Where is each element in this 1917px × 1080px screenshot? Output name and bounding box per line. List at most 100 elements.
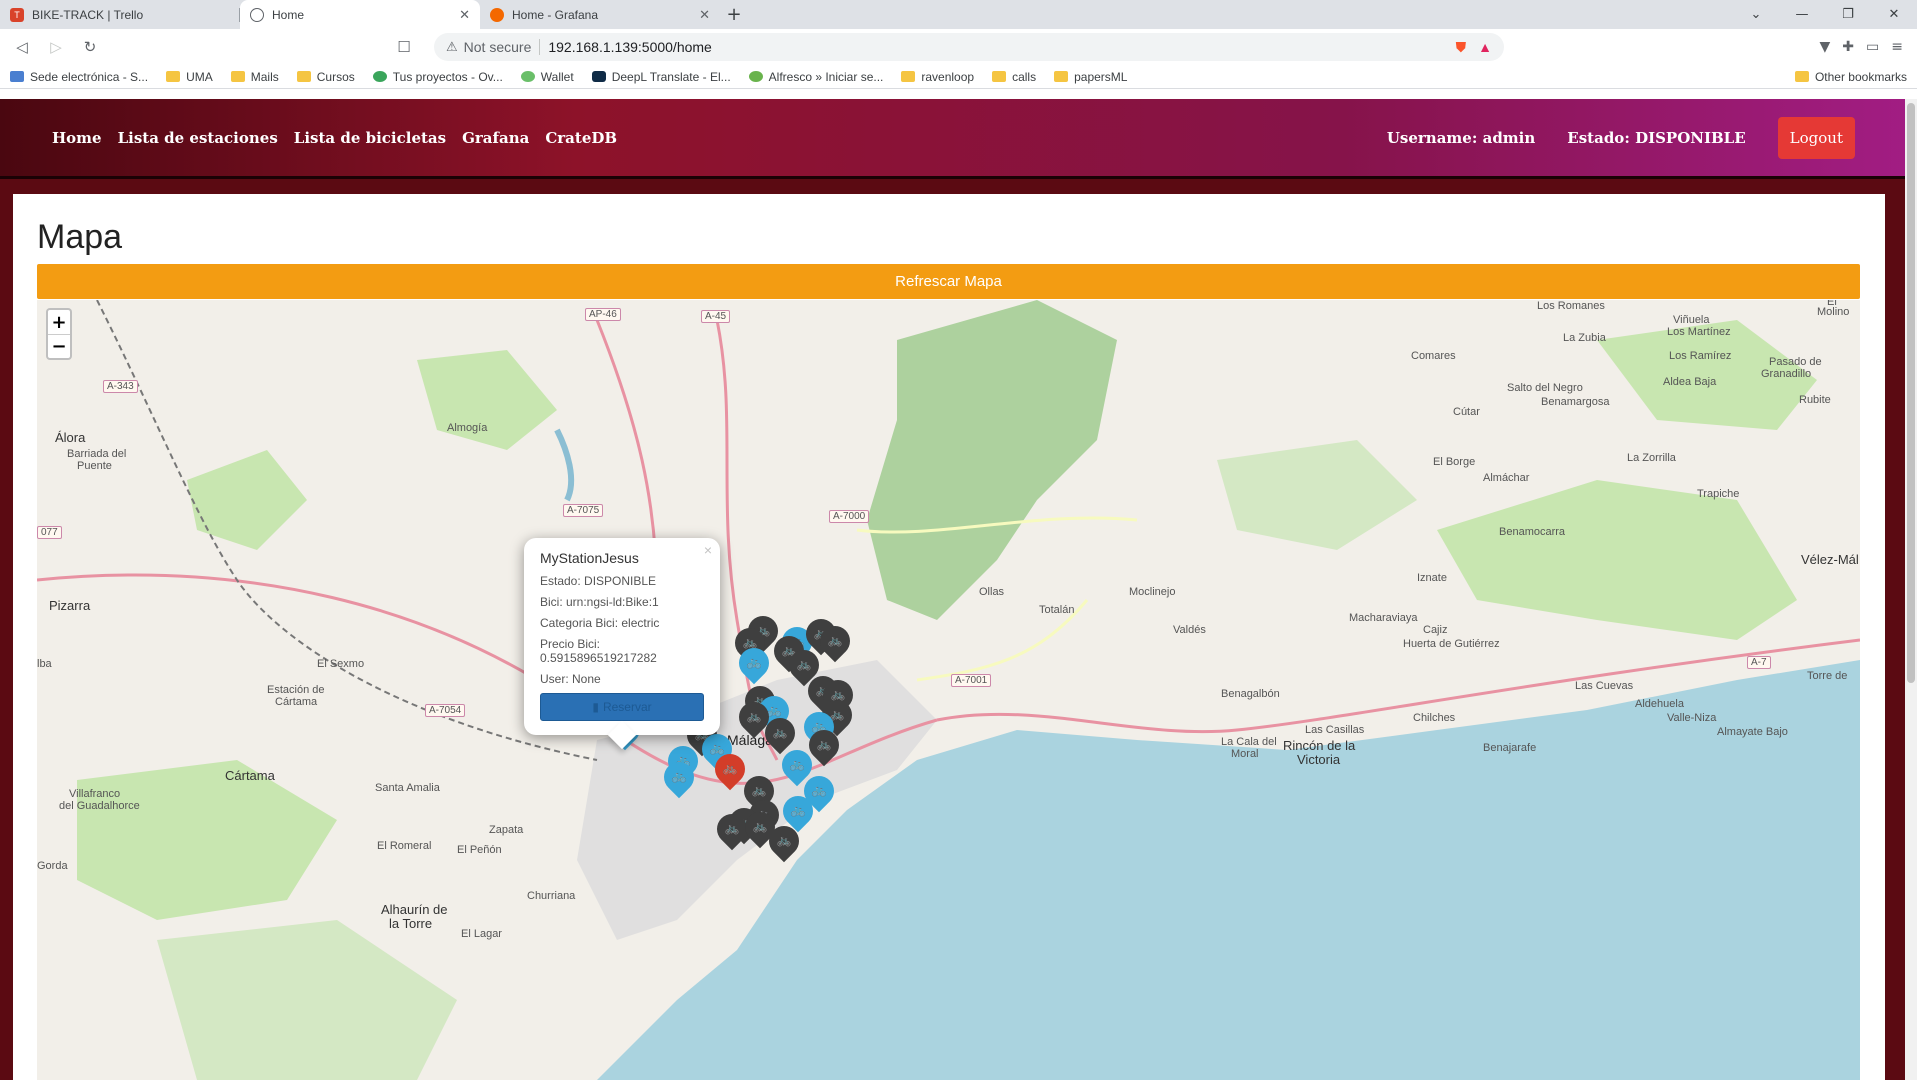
map-label: Aldea Baja bbox=[1663, 376, 1717, 388]
zoom-control: + − bbox=[46, 308, 72, 360]
bike-icon: 🚲 bbox=[724, 821, 740, 835]
bookmark-item[interactable]: Alfresco » Iniciar se... bbox=[748, 70, 883, 84]
map-label: Valdés bbox=[1173, 624, 1206, 636]
bike-icon: 🚲 bbox=[671, 769, 687, 783]
map-label: Pizarra bbox=[49, 598, 91, 613]
map-container[interactable]: Álora Barriada del Puente Almogía Pizarr… bbox=[37, 300, 1860, 1080]
map-label: Villafranco bbox=[69, 788, 121, 800]
address-bar[interactable]: ⚠ Not secure 192.168.1.139:5000/home ⛊ ▲ bbox=[434, 33, 1504, 61]
bookmark-item[interactable]: calls bbox=[992, 70, 1036, 84]
map-label: Las Cuevas bbox=[1575, 680, 1634, 692]
close-window-icon[interactable]: ✕ bbox=[1871, 0, 1917, 29]
nav-lista-bicicletas[interactable]: Lista de bicicletas bbox=[294, 129, 446, 147]
bookmark-item[interactable]: UMA bbox=[166, 70, 213, 84]
map-label: Moral bbox=[1231, 748, 1259, 760]
bookmark-item[interactable]: Tus proyectos - Ov... bbox=[372, 70, 503, 84]
other-bookmarks-label: Other bookmarks bbox=[1814, 69, 1907, 84]
tab-search-icon[interactable]: ⌄ bbox=[1733, 0, 1779, 29]
restore-icon[interactable]: ❐ bbox=[1825, 0, 1871, 29]
bike-marker[interactable]: 🚲 bbox=[710, 807, 754, 854]
bookmark-label: Wallet bbox=[540, 69, 574, 84]
map-label: El Lagar bbox=[461, 928, 502, 940]
zoom-in-button[interactable]: + bbox=[48, 310, 70, 334]
refresh-map-button[interactable]: Refrescar Mapa bbox=[37, 264, 1860, 299]
app-root: Home Lista de estaciones Lista de bicicl… bbox=[0, 99, 1917, 1080]
map-label: Alhaurín de bbox=[381, 902, 448, 917]
bookmark-label: UMA bbox=[186, 69, 213, 84]
menu-icon[interactable]: ≡ bbox=[1891, 39, 1903, 55]
tab-grafana[interactable]: Home - Grafana ✕ bbox=[480, 0, 720, 29]
browser-tabbar: T BIKE-TRACK | Trello Home ✕ Home - Graf… bbox=[0, 0, 1917, 29]
bike-marker-selected[interactable]: 🚲 bbox=[708, 747, 752, 794]
nav-grafana[interactable]: Grafana bbox=[462, 129, 529, 147]
bookmark-item[interactable]: Cursos bbox=[296, 69, 355, 84]
vpn-icon[interactable]: ▼ bbox=[1820, 39, 1831, 55]
logout-button[interactable]: Logout bbox=[1777, 116, 1855, 159]
map-label: Totalán bbox=[1039, 604, 1075, 616]
other-bookmarks[interactable]: Other bookmarks bbox=[1794, 69, 1907, 84]
bookmark-label: Cursos bbox=[316, 69, 355, 84]
extensions-icon[interactable]: ✚ bbox=[1842, 39, 1854, 55]
scrollbar-thumb[interactable] bbox=[1907, 103, 1915, 683]
bike-marker[interactable]: 🚲 bbox=[762, 819, 806, 866]
folder-icon bbox=[230, 71, 245, 82]
main-panel: Mapa Refrescar Mapa Álora Barriada del P… bbox=[13, 194, 1885, 1080]
bike-icon: 🚲 bbox=[776, 833, 792, 847]
bookmark-item[interactable]: papersML bbox=[1054, 70, 1127, 84]
bookmark-label: DeepL Translate - El... bbox=[611, 69, 731, 84]
minimize-icon[interactable]: — bbox=[1779, 0, 1825, 29]
bike-icon: 🚲 bbox=[790, 803, 806, 817]
brave-shield-icon[interactable]: ⛊ bbox=[1456, 39, 1467, 56]
bike-marker[interactable]: 🚲 bbox=[732, 641, 776, 688]
map-label: La Zorrilla bbox=[1627, 452, 1676, 464]
nav-cratedb[interactable]: CrateDB bbox=[545, 129, 617, 147]
back-icon[interactable]: ◁ bbox=[8, 33, 36, 61]
tab-trello[interactable]: T BIKE-TRACK | Trello bbox=[0, 0, 240, 29]
map-label: Vélez-Mál bbox=[1801, 552, 1859, 567]
close-tab-icon[interactable]: ✕ bbox=[699, 7, 710, 23]
reservar-button[interactable]: ▮ Reservar bbox=[540, 693, 704, 721]
nav-home[interactable]: Home bbox=[52, 129, 102, 147]
map-label: Aldehuela bbox=[1635, 698, 1684, 710]
tab-title: Home bbox=[272, 7, 305, 22]
tab-home[interactable]: Home ✕ bbox=[240, 0, 480, 29]
reload-icon[interactable]: ↻ bbox=[76, 33, 104, 61]
top-navbar: Home Lista de estaciones Lista de bicicl… bbox=[0, 99, 1917, 179]
page-scrollbar[interactable] bbox=[1905, 99, 1917, 1080]
folder-icon bbox=[1794, 71, 1809, 82]
window-controls: ⌄ — ❐ ✕ bbox=[1733, 0, 1917, 29]
bookmark-label: ravenloop bbox=[921, 69, 975, 84]
map-label: Álora bbox=[55, 430, 86, 445]
forward-icon[interactable]: ▷ bbox=[42, 33, 70, 61]
map-label: Pasado de bbox=[1769, 356, 1822, 368]
nav-links: Home Lista de estaciones Lista de bicicl… bbox=[52, 129, 617, 147]
bookmark-item[interactable]: Sede electrónica - S... bbox=[10, 70, 148, 84]
bookmark-item[interactable]: Wallet bbox=[520, 69, 574, 84]
bookmark-page-icon[interactable]: ☐ bbox=[390, 33, 418, 61]
bookmark-label: Sede electrónica - S... bbox=[30, 69, 149, 84]
zoom-out-button[interactable]: − bbox=[48, 334, 70, 358]
map-label: Benamocarra bbox=[1499, 526, 1566, 538]
bookmarks-bar: Sede electrónica - S... UMA Mails Cursos… bbox=[0, 65, 1917, 89]
map-label: Los Martínez bbox=[1667, 326, 1731, 338]
map-label: Gorda bbox=[37, 860, 68, 872]
site-icon bbox=[591, 71, 606, 82]
close-popup-icon[interactable]: × bbox=[704, 542, 712, 558]
wallet-icon[interactable]: ▭ bbox=[1866, 39, 1879, 55]
map-label: Rincón de la bbox=[1283, 738, 1356, 753]
close-tab-icon[interactable]: ✕ bbox=[459, 7, 470, 23]
map-label: El Romeral bbox=[377, 840, 432, 852]
map-label: Valle-Niza bbox=[1667, 712, 1717, 724]
map-label: Churriana bbox=[527, 890, 576, 902]
bookmark-item[interactable]: Mails bbox=[230, 70, 279, 84]
bookmark-item[interactable]: ravenloop bbox=[901, 70, 974, 84]
bookmark-item[interactable]: DeepL Translate - El... bbox=[591, 69, 731, 84]
bike-marker[interactable]: 🚲 bbox=[657, 755, 701, 802]
nav-lista-estaciones[interactable]: Lista de estaciones bbox=[118, 129, 278, 147]
new-tab-button[interactable]: + bbox=[720, 0, 748, 29]
bike-marker[interactable]: 🚲 bbox=[802, 723, 846, 770]
bookmark-label: calls bbox=[1012, 69, 1037, 84]
bike-marker[interactable]: 🚲 bbox=[813, 619, 857, 666]
brave-rewards-icon[interactable]: ▲ bbox=[1478, 39, 1492, 56]
folder-icon bbox=[1054, 71, 1069, 82]
